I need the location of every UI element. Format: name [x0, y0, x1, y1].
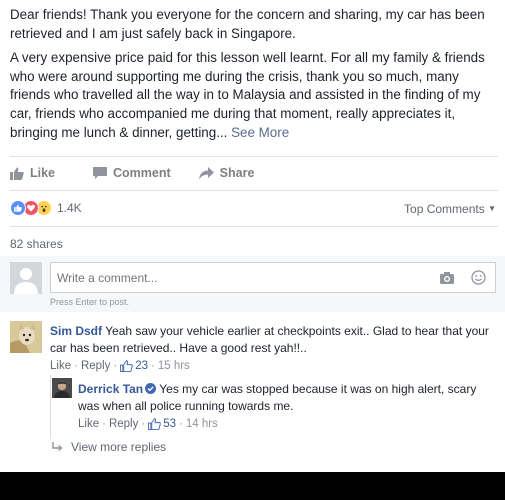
separator-dot: · [74, 360, 78, 372]
reply-time[interactable]: 14 hrs [186, 418, 218, 430]
reply-arrow-icon [52, 442, 63, 452]
comment-like-number: 23 [135, 360, 148, 372]
reply-thread-line [50, 375, 51, 439]
thumbs-up-icon [10, 167, 24, 180]
comment-text: Yeah saw your vehicle earlier at checkpo… [50, 324, 489, 355]
reply-meta: Like · Reply · 53 · 14 hrs [78, 418, 218, 430]
comment-icon [93, 166, 108, 179]
reply-text-block: Derrick Tan Yes my car was stopped becau… [78, 381, 488, 414]
post-paragraph-1: Dear friends! Thank you everyone for the… [10, 7, 485, 41]
share-button[interactable]: Share [198, 166, 255, 180]
reaction-count: 1.4K [57, 201, 82, 215]
top-comments-dropdown[interactable]: Top Comments ▼ [404, 202, 496, 216]
post-paragraph-2: A very expensive price paid for this les… [10, 49, 498, 142]
divider [10, 156, 498, 157]
comment-time[interactable]: 15 hrs [158, 360, 190, 372]
shares-count[interactable]: 82 shares [10, 237, 63, 251]
comment-meta: Like · Reply · 23 · 15 hrs [50, 360, 190, 372]
separator-dot: · [102, 418, 106, 430]
comment-like-link[interactable]: Like [50, 360, 71, 372]
comment-input[interactable] [50, 262, 496, 293]
camera-icon[interactable] [440, 271, 454, 289]
commenter-avatar[interactable] [10, 321, 42, 353]
separator-dot: · [151, 360, 155, 372]
my-avatar [10, 262, 42, 294]
view-more-replies-label: View more replies [71, 440, 167, 454]
share-label: Share [219, 166, 255, 180]
verified-badge-icon [145, 383, 157, 394]
caret-down-icon: ▼ [488, 204, 496, 213]
comment-reply-link[interactable]: Reply [81, 360, 110, 372]
comment-like-count[interactable]: 23 [120, 360, 148, 372]
post-card: Dear friends! Thank you everyone for the… [0, 0, 505, 472]
press-enter-hint: Press Enter to post. [50, 297, 130, 307]
comment-text-block: Sim Dsdf Yeah saw your vehicle earlier a… [50, 323, 490, 356]
thumbs-up-icon [148, 418, 161, 430]
post-actions: Like Comment Share [10, 163, 310, 183]
top-comments-label: Top Comments [404, 202, 485, 216]
divider [10, 190, 498, 191]
separator-dot: · [179, 418, 183, 430]
separator-dot: · [113, 360, 118, 372]
commenter-name[interactable]: Sim Dsdf [50, 324, 102, 338]
share-arrow-icon [198, 166, 214, 179]
reply-author-name[interactable]: Derrick Tan [78, 382, 143, 396]
post-body: Dear friends! Thank you everyone for the… [10, 6, 498, 148]
divider [10, 226, 498, 227]
reply-like-number: 53 [163, 418, 176, 430]
like-label: Like [30, 166, 56, 180]
reactions-summary[interactable]: 1.4K [10, 200, 82, 216]
thumbs-up-icon [120, 360, 133, 372]
reply-like-count[interactable]: 53 [148, 418, 176, 430]
comment-label: Comment [113, 166, 171, 180]
reply-author-avatar[interactable] [52, 378, 72, 398]
like-button[interactable]: Like [10, 166, 55, 180]
emoji-icon[interactable] [471, 270, 486, 290]
see-more-link[interactable]: See More [231, 125, 289, 140]
view-more-replies-link[interactable]: View more replies [52, 440, 166, 454]
reply-reply-link[interactable]: Reply [109, 418, 138, 430]
separator-dot: · [141, 418, 146, 430]
comment-button[interactable]: Comment [93, 166, 171, 180]
reply-like-link[interactable]: Like [78, 418, 99, 430]
like-reaction-icon [10, 200, 26, 216]
